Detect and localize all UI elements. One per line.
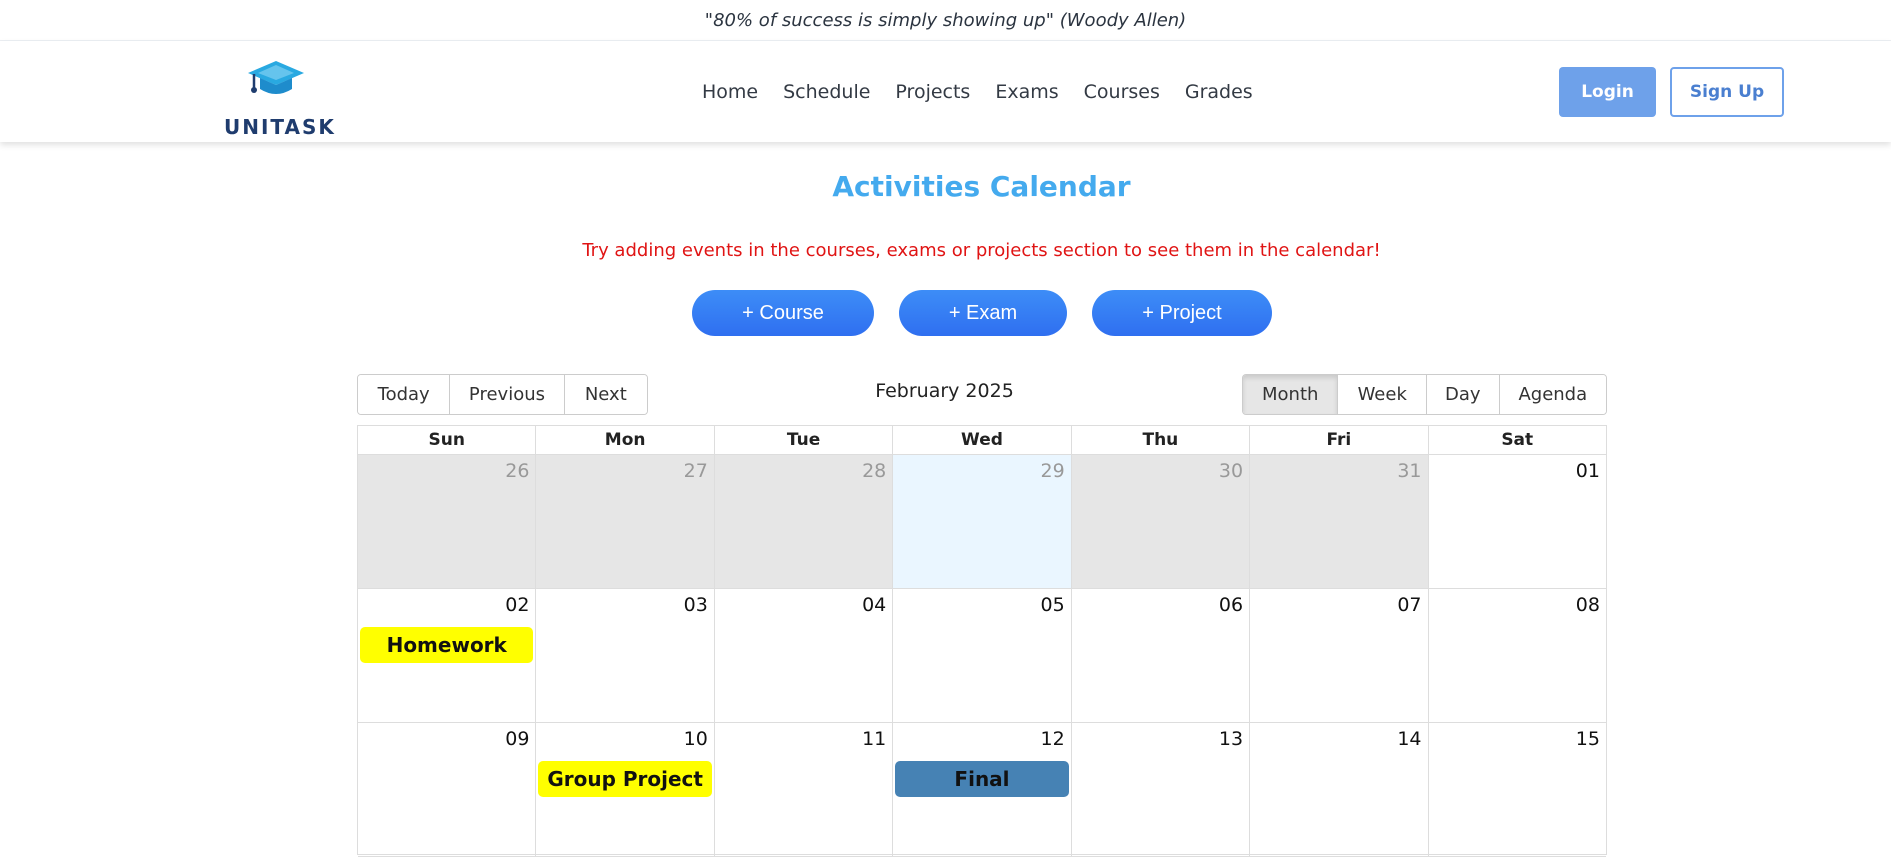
calendar-event[interactable]: Homework	[360, 627, 534, 663]
day-number[interactable]: 08	[1576, 594, 1600, 616]
day-number[interactable]: 03	[684, 594, 708, 616]
nav-grades[interactable]: Grades	[1185, 81, 1253, 103]
add-exam-button[interactable]: + Exam	[899, 290, 1067, 336]
login-button[interactable]: Login	[1559, 67, 1656, 117]
graduation-cap-icon	[248, 61, 304, 94]
calendar-week-row: 02 Homework 03 04 05 06 07 08	[358, 589, 1606, 723]
day-number[interactable]: 02	[505, 594, 529, 616]
weekday-label: Sat	[1501, 430, 1534, 450]
day-number[interactable]: 29	[1041, 460, 1065, 482]
calendar-body: 26 27 28 29 30 31 01 02 Homework 03 04 05 06 07 08 09 10…	[358, 455, 1606, 857]
calendar-day-cell[interactable]: 09	[358, 723, 537, 856]
view-day-button[interactable]: Day	[1426, 375, 1500, 414]
month-label: February 2025	[875, 380, 1014, 402]
previous-button[interactable]: Previous	[450, 375, 565, 414]
weekday-label: Tue	[715, 426, 894, 454]
quote-bar: "80% of success is simply showing up" (W…	[0, 0, 1891, 41]
nav-schedule[interactable]: Schedule	[783, 81, 870, 103]
weekday-label: Thu	[1072, 426, 1251, 454]
view-month-button[interactable]: Month	[1243, 375, 1339, 414]
calendar-day-cell[interactable]: 08	[1429, 589, 1606, 722]
day-number[interactable]: 15	[1576, 728, 1600, 750]
calendar-nav-group: Today Previous Next	[357, 374, 648, 415]
hint-text: Try adding events in the courses, exams …	[582, 240, 1381, 261]
calendar-day-cell[interactable]: 02 Homework	[358, 589, 537, 722]
calendar-event[interactable]: Group Project	[538, 761, 712, 797]
weekday-label: Sun	[358, 426, 537, 454]
page-title: Activities Calendar	[832, 170, 1131, 203]
calendar-day-cell[interactable]: 28	[714, 455, 894, 588]
day-number[interactable]: 31	[1397, 460, 1421, 482]
calendar-day-cell[interactable]: 13	[1072, 723, 1251, 856]
calendar-event[interactable]: Final	[895, 761, 1069, 797]
calendar-day-cell[interactable]: 06	[1072, 589, 1251, 722]
calendar-day-cell[interactable]: 31	[1250, 455, 1429, 588]
main-nav: Home Schedule Projects Exams Courses Gra…	[702, 41, 1278, 142]
nav-home[interactable]: Home	[702, 81, 758, 103]
day-number[interactable]: 01	[1576, 460, 1600, 482]
day-number[interactable]: 28	[862, 460, 886, 482]
calendar-day-cell[interactable]: 12 Final	[893, 723, 1072, 856]
weekday-label: Wed	[893, 426, 1072, 454]
calendar-week-row: 26 27 28 29 30 31 01	[358, 455, 1606, 589]
nav-exams[interactable]: Exams	[995, 81, 1058, 103]
month-calendar: Sun Mon Tue Wed Thu Fri Sat 26 27 28 29 30 31…	[357, 425, 1607, 857]
calendar-day-cell[interactable]: 01	[1429, 455, 1606, 588]
calendar-day-cell[interactable]: 04	[715, 589, 894, 722]
calendar-day-cell[interactable]: 11	[715, 723, 894, 856]
calendar-day-cell[interactable]: 27	[536, 455, 715, 588]
day-number[interactable]: 14	[1397, 728, 1421, 750]
view-agenda-button[interactable]: Agenda	[1499, 375, 1606, 414]
weekday-header: Sun Mon Tue Wed Thu Fri Sat	[358, 426, 1606, 455]
calendar-day-cell[interactable]: 30	[1071, 455, 1251, 588]
day-number[interactable]: 06	[1219, 594, 1243, 616]
today-button[interactable]: Today	[358, 375, 451, 414]
logo[interactable]: UNITASK	[224, 59, 334, 139]
nav-courses[interactable]: Courses	[1084, 81, 1160, 103]
add-course-button[interactable]: + Course	[692, 290, 874, 336]
day-number[interactable]: 12	[1041, 728, 1065, 750]
weekday-label: Fri	[1250, 426, 1429, 454]
weekday-label: Mon	[536, 426, 715, 454]
brand-name: UNITASK	[224, 115, 336, 139]
view-week-button[interactable]: Week	[1338, 375, 1427, 414]
day-number[interactable]: 05	[1041, 594, 1065, 616]
calendar-day-cell[interactable]: 03	[536, 589, 715, 722]
day-number[interactable]: 13	[1219, 728, 1243, 750]
day-number[interactable]: 07	[1397, 594, 1421, 616]
day-number[interactable]: 04	[862, 594, 886, 616]
day-number[interactable]: 09	[505, 728, 529, 750]
nav-projects[interactable]: Projects	[895, 81, 970, 103]
calendar-day-cell[interactable]: 10 Group Project	[536, 723, 715, 856]
calendar-day-cell[interactable]: 15	[1429, 723, 1606, 856]
calendar-day-cell[interactable]: 29	[893, 455, 1072, 588]
day-number[interactable]: 10	[684, 728, 708, 750]
calendar-day-cell[interactable]: 14	[1250, 723, 1429, 856]
calendar-day-cell[interactable]: 07	[1250, 589, 1429, 722]
next-button[interactable]: Next	[564, 375, 647, 414]
day-number[interactable]: 11	[862, 728, 886, 750]
calendar-day-cell[interactable]: 26	[358, 455, 537, 588]
calendar-week-row: 09 10 Group Project 11 12 Final 13 14 15	[358, 723, 1606, 857]
day-number[interactable]: 27	[684, 460, 708, 482]
day-number[interactable]: 30	[1219, 460, 1243, 482]
calendar-view-group: Month Week Day Agenda	[1242, 374, 1607, 415]
signup-button[interactable]: Sign Up	[1670, 67, 1784, 117]
day-number[interactable]: 26	[505, 460, 529, 482]
calendar-day-cell[interactable]: 05	[893, 589, 1072, 722]
navbar: UNITASK Home Schedule Projects Exams Cou…	[0, 41, 1891, 142]
quote-text: "80% of success is simply showing up" (W…	[704, 9, 1187, 31]
add-project-button[interactable]: + Project	[1092, 290, 1272, 336]
